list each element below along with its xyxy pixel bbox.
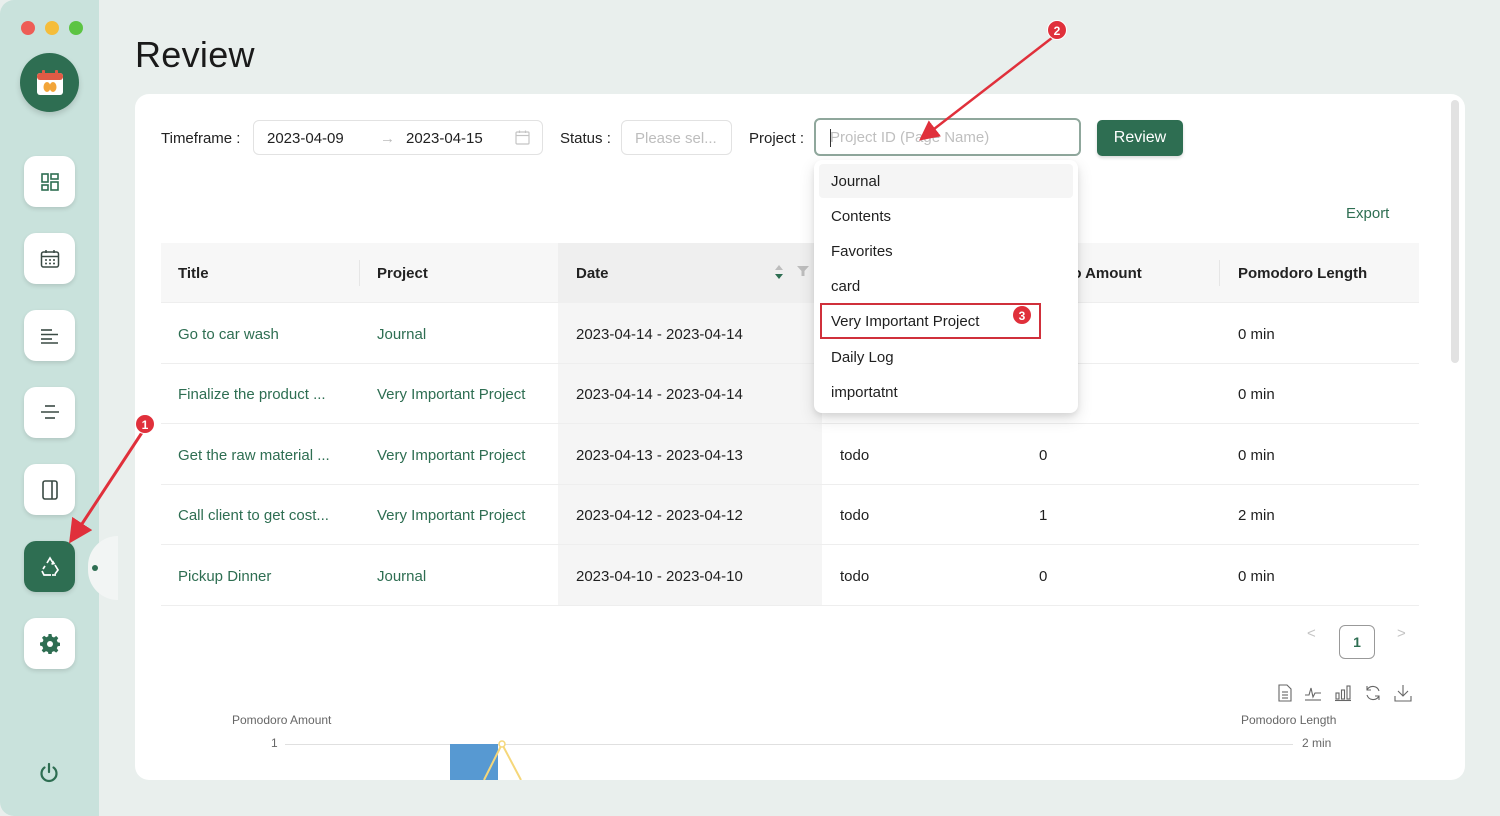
point-pomodoro-length (498, 740, 506, 748)
card-bottom-mask (135, 780, 1465, 816)
option-journal[interactable]: Journal (819, 164, 1073, 198)
option-favorites[interactable]: Favorites (819, 234, 1073, 268)
app-window: Review Timeframe : 2023-04-09 → 2023-04-… (0, 0, 1500, 816)
line-pomodoro-length (483, 741, 522, 781)
project-dropdown: Journal Contents Favorites card Very Imp… (814, 160, 1078, 413)
option-card[interactable]: card (819, 269, 1073, 303)
annotation-badge-2: 2 (1047, 20, 1067, 40)
option-contents[interactable]: Contents (819, 199, 1073, 233)
annotation-badge-3: 3 (1012, 305, 1032, 325)
option-importatnt[interactable]: importatnt (819, 375, 1073, 409)
line-series-pomodoro-length (483, 740, 522, 781)
annotation-badge-1: 1 (135, 414, 155, 434)
option-daily-log[interactable]: Daily Log (819, 340, 1073, 374)
annotation-highlight-box (820, 303, 1041, 339)
